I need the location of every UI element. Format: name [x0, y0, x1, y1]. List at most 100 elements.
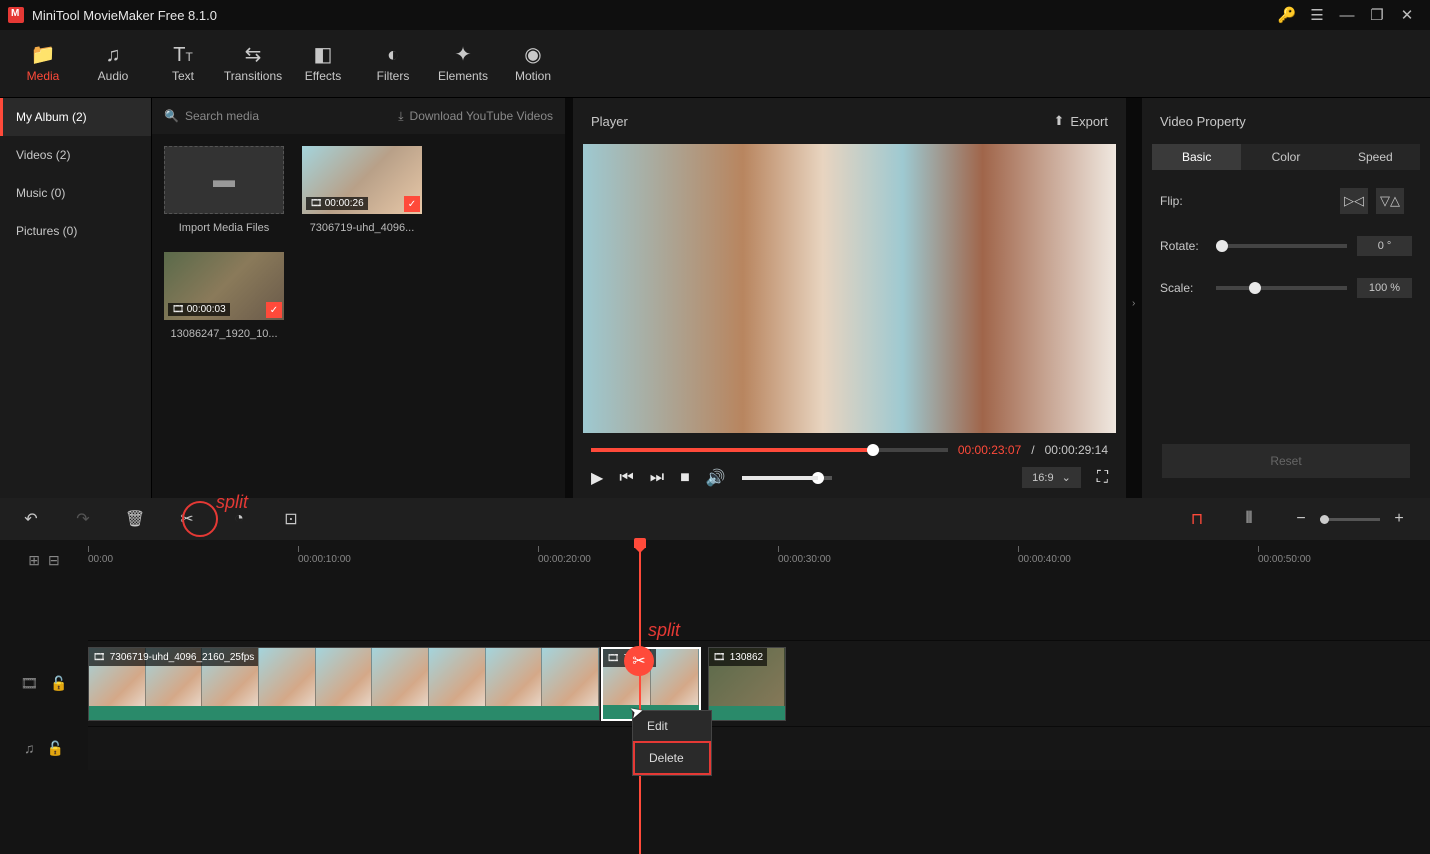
tab-label: Filters: [377, 69, 410, 83]
scale-row: Scale: 100 %: [1160, 278, 1412, 298]
lock-icon[interactable]: 🔓: [50, 675, 67, 692]
album-pictures[interactable]: Pictures (0): [0, 212, 151, 250]
rotate-row: Rotate: 0 °: [1160, 236, 1412, 256]
export-label: Export: [1070, 114, 1108, 129]
tab-audio[interactable]: ♫ Audio: [78, 30, 148, 97]
video-track-body[interactable]: 🎞7306719-uhd_4096_2160_25fps 🎞73067 🎞130…: [88, 640, 1430, 726]
volume-slider[interactable]: [742, 476, 832, 480]
play-button[interactable]: ▶: [591, 468, 603, 488]
tab-effects[interactable]: ◧ Effects: [288, 30, 358, 97]
scale-value[interactable]: 100 %: [1357, 278, 1412, 298]
zoom-out-button[interactable]: −: [1290, 510, 1312, 528]
split-overlay-icon: ✂: [624, 646, 654, 676]
tab-filters[interactable]: ◐ Filters: [358, 30, 428, 97]
media-header: 🔍 Search media ⤓ Download YouTube Videos: [152, 98, 565, 134]
timeline-ruler[interactable]: 00:00 00:00:10:00 00:00:20:00 00:00:30:0…: [88, 540, 1430, 580]
close-icon[interactable]: ✕: [1392, 6, 1422, 24]
download-youtube[interactable]: ⤓ Download YouTube Videos: [398, 109, 553, 124]
scale-slider[interactable]: [1216, 286, 1347, 290]
prop-tab-basic[interactable]: Basic: [1152, 144, 1241, 170]
duration-badge: 🎞00:00:26: [306, 197, 368, 210]
transitions-icon: ⇆: [245, 45, 262, 65]
lock-icon[interactable]: 🔓: [47, 740, 64, 757]
search-input[interactable]: 🔍 Search media: [164, 109, 390, 123]
volume-icon[interactable]: 🔊: [706, 468, 726, 488]
aspect-ratio-select[interactable]: 16:9 ⌄: [1022, 467, 1081, 488]
sparkle-icon: ✦: [455, 45, 472, 65]
time-sep: /: [1031, 443, 1034, 457]
media-panel: My Album (2) Videos (2) Music (0) Pictur…: [0, 98, 565, 498]
player-title: Player: [591, 114, 628, 129]
timeline-toolbar: ↶ ↷ 🗑 ✂ ◔ ⊡ ⊓ ⦀ − +: [0, 498, 1430, 540]
tab-elements[interactable]: ✦ Elements: [428, 30, 498, 97]
folder-icon: ▬: [213, 167, 235, 193]
flip-row: Flip: ▷◁ ▽△: [1160, 188, 1412, 214]
zoom-slider[interactable]: [1320, 518, 1380, 521]
stop-button[interactable]: ■: [680, 469, 690, 487]
folder-icon: 📁: [31, 45, 56, 65]
rotate-value[interactable]: 0 °: [1357, 236, 1412, 256]
chevron-right-icon: ›: [1132, 298, 1135, 309]
tab-media[interactable]: 📁 Media: [8, 30, 78, 97]
panel-divider[interactable]: ›: [1134, 98, 1142, 498]
maximize-icon[interactable]: ❐: [1362, 6, 1392, 24]
rotate-slider[interactable]: [1216, 244, 1347, 248]
split-button[interactable]: ✂: [176, 509, 198, 529]
collapse-icon[interactable]: ⊟: [48, 552, 60, 569]
flip-horizontal-button[interactable]: ▷◁: [1340, 188, 1368, 214]
player-viewport[interactable]: [583, 144, 1116, 433]
album-list: My Album (2) Videos (2) Music (0) Pictur…: [0, 98, 152, 498]
prev-frame-button[interactable]: ⏮: [619, 469, 633, 487]
film-icon: 🎞: [713, 652, 726, 663]
scale-label: Scale:: [1160, 281, 1216, 295]
tab-label: Audio: [98, 69, 129, 83]
playhead[interactable]: [639, 540, 641, 854]
waveform-icon[interactable]: ⦀: [1238, 510, 1260, 528]
flip-vertical-button[interactable]: ▽△: [1376, 188, 1404, 214]
media-content: 🔍 Search media ⤓ Download YouTube Videos…: [152, 98, 565, 498]
minimize-icon[interactable]: —: [1332, 7, 1362, 24]
fullscreen-button[interactable]: ⛶: [1097, 469, 1108, 487]
speed-button[interactable]: ◔: [228, 510, 250, 528]
delete-button[interactable]: 🗑: [124, 509, 146, 529]
tab-label: Transitions: [224, 69, 282, 83]
menu-icon[interactable]: ☰: [1302, 6, 1332, 24]
media-item[interactable]: 🎞00:00:26 ✓ 7306719-uhd_4096...: [302, 146, 422, 234]
video-track-header: 🎞 🔓: [0, 640, 88, 726]
album-my-album[interactable]: My Album (2): [0, 98, 151, 136]
media-grid: ▬ Import Media Files 🎞00:00:26 ✓ 7306719…: [152, 134, 565, 498]
redo-button[interactable]: ↷: [72, 509, 94, 529]
media-name: 13086247_1920_10...: [170, 328, 277, 340]
property-title: Video Property: [1142, 98, 1430, 144]
prop-tab-color[interactable]: Color: [1241, 144, 1330, 170]
zoom-in-button[interactable]: +: [1388, 510, 1410, 528]
next-frame-button[interactable]: ⏭: [650, 469, 664, 487]
prop-tab-speed[interactable]: Speed: [1331, 144, 1420, 170]
effects-icon: ◧: [314, 45, 333, 65]
export-button[interactable]: ⬆ Export: [1054, 113, 1108, 129]
magnet-icon[interactable]: ⊓: [1186, 509, 1208, 529]
audio-track-body[interactable]: [88, 726, 1430, 770]
media-item[interactable]: 🎞00:00:03 ✓ 13086247_1920_10...: [164, 252, 284, 340]
video-frame: [583, 144, 1116, 433]
key-icon[interactable]: 🔑: [1272, 6, 1302, 24]
import-tile[interactable]: ▬ Import Media Files: [164, 146, 284, 234]
tab-motion[interactable]: ◉ Motion: [498, 30, 568, 97]
crop-button[interactable]: ⊡: [280, 509, 302, 529]
tab-transitions[interactable]: ⇆ Transitions: [218, 30, 288, 97]
time-total: 00:00:29:14: [1045, 443, 1108, 457]
tab-text[interactable]: TT Text: [148, 30, 218, 97]
timeline-clip[interactable]: 🎞130862: [708, 647, 786, 721]
player-panel: Player ⬆ Export 00:00:23:07 / 00:00:29:1…: [573, 98, 1126, 498]
album-videos[interactable]: Videos (2): [0, 136, 151, 174]
reset-button[interactable]: Reset: [1162, 444, 1410, 478]
timeline-clip[interactable]: 🎞7306719-uhd_4096_2160_25fps: [88, 647, 600, 721]
undo-button[interactable]: ↶: [20, 509, 42, 529]
progress-bar[interactable]: [591, 448, 948, 452]
add-track-icon[interactable]: ⊞: [28, 552, 40, 569]
timeline-gutter: ⊞ ⊟: [0, 540, 88, 580]
rotate-label: Rotate:: [1160, 239, 1216, 253]
ratio-value: 16:9: [1032, 472, 1053, 484]
ctx-delete[interactable]: Delete: [633, 741, 711, 775]
album-music[interactable]: Music (0): [0, 174, 151, 212]
